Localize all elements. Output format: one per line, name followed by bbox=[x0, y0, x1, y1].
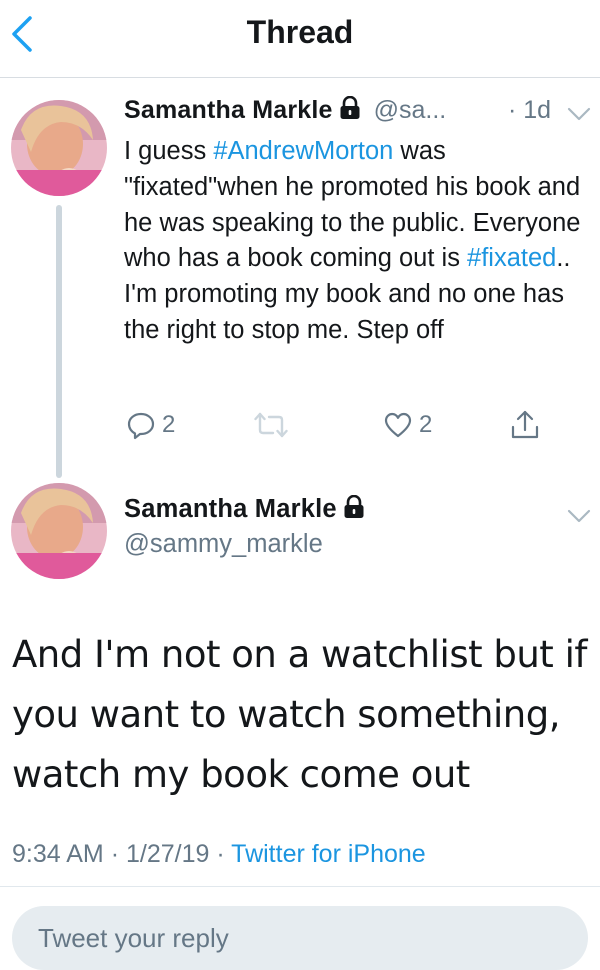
tweet-text: I guess #AndrewMorton was "fixated"when … bbox=[124, 137, 581, 344]
display-name[interactable]: Samantha Markle bbox=[124, 495, 337, 523]
share-button[interactable] bbox=[510, 405, 540, 445]
tweet-meta: 9:34 AM · 1/27/19 · Twitter for iPhone bbox=[12, 840, 426, 868]
tweet-menu-button[interactable] bbox=[566, 104, 592, 129]
hashtag-link[interactable]: #AndrewMorton bbox=[213, 137, 393, 165]
retweet-icon bbox=[254, 412, 288, 438]
reply-input[interactable]: Tweet your reply bbox=[12, 906, 588, 970]
lock-icon bbox=[339, 95, 361, 127]
avatar[interactable] bbox=[11, 483, 107, 579]
chevron-down-icon bbox=[567, 509, 591, 523]
divider bbox=[0, 886, 600, 887]
source-link[interactable]: Twitter for iPhone bbox=[231, 840, 426, 868]
timestamp[interactable]: · 1d bbox=[508, 96, 551, 125]
avatar-photo bbox=[11, 100, 107, 196]
avatar-photo bbox=[11, 483, 107, 579]
tweet-menu-button[interactable] bbox=[566, 506, 592, 531]
share-icon bbox=[511, 410, 539, 439]
heart-icon bbox=[384, 412, 412, 438]
reply-placeholder: Tweet your reply bbox=[38, 923, 229, 953]
tweet-text: And I'm not on a watchlist but if you wa… bbox=[12, 633, 587, 796]
handle[interactable]: @sa... bbox=[374, 96, 447, 124]
nav-header: Thread bbox=[0, 0, 600, 78]
display-name[interactable]: Samantha Markle bbox=[124, 96, 333, 124]
date: 1/27/19 bbox=[125, 840, 210, 868]
timestamp: 9:34 AM bbox=[12, 840, 104, 868]
reply-icon bbox=[127, 412, 155, 440]
chevron-down-icon bbox=[567, 107, 591, 121]
hashtag-link[interactable]: #fixated bbox=[467, 244, 556, 272]
reply-count: 2 bbox=[162, 411, 176, 438]
like-button[interactable]: 2 bbox=[383, 405, 432, 445]
page-title: Thread bbox=[246, 14, 354, 50]
tweet-header: Samantha Markle bbox=[124, 494, 365, 526]
lock-icon bbox=[343, 494, 365, 526]
handle[interactable]: @sammy_markle bbox=[124, 530, 323, 559]
thread-connector bbox=[56, 205, 62, 478]
reply-button[interactable]: 2 bbox=[126, 405, 175, 445]
retweet-button[interactable] bbox=[254, 405, 288, 445]
avatar[interactable] bbox=[11, 100, 107, 196]
like-count: 2 bbox=[419, 411, 433, 438]
